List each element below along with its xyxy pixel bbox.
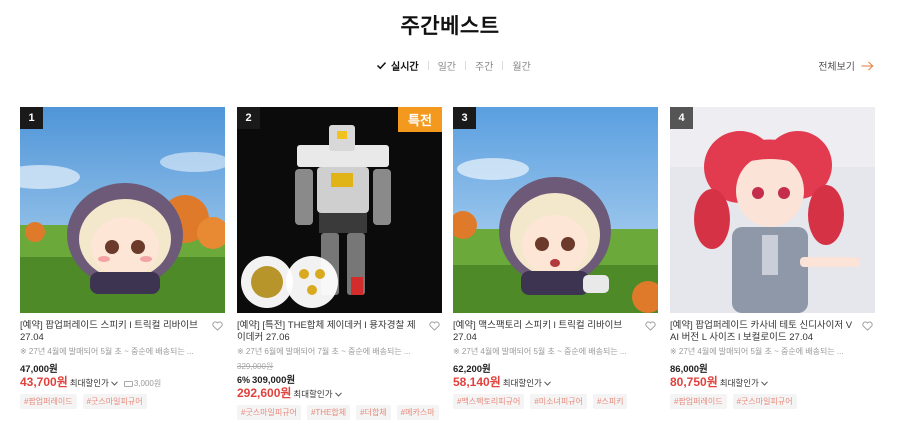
special-badge: 특전 (398, 107, 442, 132)
product-name[interactable]: [예약] 팝업퍼레이드 스피키 l 트릭컬 리바이브 27.04 (20, 320, 198, 343)
max-discount-toggle[interactable]: 최대할인가 (720, 378, 768, 388)
tag[interactable]: #맥스팩토리피규어 (453, 394, 525, 409)
tag[interactable]: #더합체 (356, 405, 391, 420)
tab-daily-label: 일간 (437, 62, 457, 73)
product-name[interactable]: [예약] 맥스팩토리 스피키 l 트릭컬 리바이브 27.04 (453, 320, 622, 343)
chevron-down-icon (760, 381, 768, 386)
tag[interactable]: #굿스마일피규어 (237, 405, 301, 420)
view-all-link[interactable]: 전체보기 (818, 58, 874, 73)
chevron-down-icon (543, 381, 551, 386)
product-price: 47,000원 (20, 364, 58, 375)
product-name-row: [예약] 팝업퍼레이드 카사네 테토 신디사이저 V AI 버전 L 사이즈 l… (670, 320, 875, 344)
coupon-amount: 3,000원 (133, 379, 162, 388)
release-note: ※ 27년 4월에 발매되어 5월 초 ~ 중순에 배송되는 ... (20, 347, 194, 356)
coupon-icon (123, 380, 133, 387)
product-name-row: [예약] 팝업퍼레이드 스피키 l 트릭컬 리바이브 27.04 (20, 320, 225, 344)
rank-badge: 4 (670, 107, 693, 129)
release-note: ※ 27년 6월에 발매되어 7월 초 ~ 중순에 배송되는 ... (237, 347, 411, 356)
tab-realtime-label: 실시간 (391, 62, 419, 73)
rank-badge: 1 (20, 107, 43, 129)
discount-row: 6% 309,000원 (237, 372, 442, 386)
tag-list: #팝업퍼레이드 #굿스마일피규어 (670, 394, 875, 409)
tab-realtime[interactable]: 실시간 (376, 58, 419, 73)
tag[interactable]: #팝업퍼레이드 (20, 394, 77, 409)
view-all-label: 전체보기 (818, 62, 855, 73)
product-card[interactable]: 1 [예약] 팝업퍼레이드 스피키 l 트릭컬 리바이브 27.04 ※ 27년… (20, 107, 225, 424)
tab-weekly-label: 주간 (475, 62, 494, 73)
product-name[interactable]: [예약] 팝업퍼레이드 카사네 테토 신디사이저 V AI 버전 L 사이즈 l… (670, 320, 852, 343)
release-note: ※ 27년 4월에 발매되어 5월 초 ~ 중순에 배송되는 ... (670, 347, 844, 356)
check-icon (376, 62, 387, 70)
tag[interactable]: #굿스마일피규어 (82, 394, 147, 409)
tag[interactable]: #스피키 (592, 394, 628, 409)
product-list: 1 [예약] 팝업퍼레이드 스피키 l 트릭컬 리바이브 27.04 ※ 27년… (20, 107, 880, 424)
tab-weekly[interactable]: 주간 (475, 58, 493, 73)
rank-badge: 3 (453, 107, 476, 129)
product-image[interactable]: 3 (453, 107, 658, 313)
arrow-right-icon (861, 61, 874, 70)
chevron-down-icon (334, 392, 342, 397)
product-photo-figure (20, 107, 225, 313)
max-discount-label: 최대할인가 (293, 389, 333, 399)
product-image[interactable]: 1 (20, 107, 225, 313)
product-name[interactable]: [예약] [특전] THE합체 제이데커 l 용자경찰 제이데커 27.06 (237, 320, 416, 343)
max-discount-toggle[interactable]: 최대할인가 (503, 378, 551, 388)
max-discount-toggle[interactable]: 최대할인가 (70, 378, 118, 388)
tab-divider (427, 61, 429, 70)
max-discount-label: 최대할인가 (69, 378, 109, 388)
product-photo-figure (453, 107, 658, 313)
tag[interactable]: #팝업퍼레이드 (670, 394, 727, 409)
heart-icon[interactable] (862, 321, 873, 331)
product-image[interactable]: 2 특전 (237, 107, 442, 313)
sale-price: 80,750원 (670, 375, 718, 389)
sale-price: 58,140원 (453, 375, 501, 389)
max-discount-label: 최대할인가 (502, 378, 542, 388)
sale-price-row: 292,600원 최대할인가 (237, 384, 442, 400)
max-discount-label: 최대할인가 (719, 378, 759, 388)
coupon-info: 3,000원 (123, 379, 162, 388)
tab-monthly-label: 월간 (512, 62, 531, 73)
original-price: 329,000원 (237, 362, 274, 371)
product-photo-figure (670, 107, 875, 313)
sale-price: 43,700원 (20, 375, 68, 389)
tag-list: #팝업퍼레이드 #굿스마일피규어 (20, 394, 225, 409)
sale-price: 292,600원 (237, 386, 292, 400)
heart-icon[interactable] (645, 321, 656, 331)
product-card[interactable]: 4 [예약] 팝업퍼레이드 카사네 테토 신디사이저 V AI 버전 L 사이즈… (670, 107, 875, 424)
product-photo-robot (237, 107, 442, 313)
product-image[interactable]: 4 (670, 107, 875, 313)
tag[interactable]: #THE합체 (306, 405, 351, 420)
tag[interactable]: #굿스마일피규어 (732, 394, 797, 409)
release-note: ※ 27년 4월에 발매되어 5월 초 ~ 중순에 배송되는 ... (453, 347, 627, 356)
product-card[interactable]: 3 [예약] 맥스팩토리 스피키 l 트릭컬 리바이브 27.04 ※ 27년 … (453, 107, 658, 424)
rank-badge: 2 (237, 107, 260, 129)
tab-divider (502, 61, 504, 70)
product-name-row: [예약] 맥스팩토리 스피키 l 트릭컬 리바이브 27.04 (453, 320, 658, 344)
tag[interactable]: #미소녀피규어 (530, 394, 587, 409)
product-price: 62,200원 (453, 364, 491, 375)
sale-price-row: 43,700원 최대할인가 3,000원 (20, 373, 225, 389)
tag-list: #맥스팩토리피규어 #미소녀피규어 #스피키 (453, 394, 658, 409)
period-tabs: 실시간 일간 주간 월간 (376, 58, 531, 73)
tab-monthly[interactable]: 월간 (512, 58, 530, 73)
tag[interactable]: #메카스마 (396, 405, 439, 420)
product-name-row: [예약] [특전] THE합체 제이데커 l 용자경찰 제이데커 27.06 (237, 320, 442, 344)
product-price: 86,000원 (670, 364, 708, 375)
heart-icon[interactable] (429, 321, 440, 331)
heart-icon[interactable] (212, 321, 223, 331)
tab-daily[interactable]: 일간 (438, 58, 456, 73)
sale-price-row: 80,750원 최대할인가 (670, 373, 875, 389)
max-discount-toggle[interactable]: 최대할인가 (293, 389, 342, 399)
page-title: 주간베스트 (400, 15, 500, 38)
sale-price-row: 58,140원 최대할인가 (453, 373, 658, 389)
chevron-down-icon (110, 381, 118, 386)
tab-divider (465, 61, 467, 70)
product-card[interactable]: 2 특전 [예약] [특전] THE합체 제이데커 l 용자경찰 제이데커 27… (237, 107, 442, 424)
tag-list: #굿스마일피규어 #THE합체 #더합체 #메카스마 (237, 405, 442, 420)
